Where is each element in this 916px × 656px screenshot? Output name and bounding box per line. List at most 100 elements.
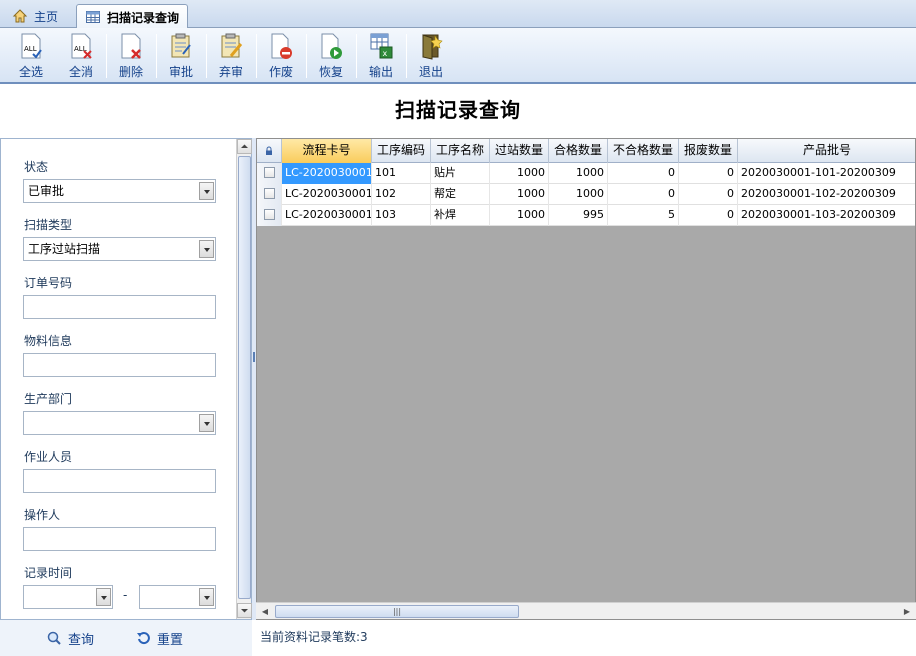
filter-actions: 查询 重置 (0, 620, 252, 656)
department-label: 生产部门 (24, 392, 73, 406)
cell-pass-qty[interactable]: 1000 (490, 184, 549, 205)
scan-type-label: 扫描类型 (24, 218, 73, 232)
cell-pass-qty[interactable]: 1000 (490, 205, 549, 226)
export-label: 输出 (368, 65, 393, 79)
deselect-all-button[interactable]: ALL 全消 (59, 32, 103, 82)
cell-scrap-qty[interactable]: 0 (679, 163, 738, 184)
void-button[interactable]: 作废 (259, 32, 303, 82)
cell-ok-qty[interactable]: 1000 (549, 184, 608, 205)
scan-type-select[interactable]: 工序过站扫描 (23, 237, 216, 261)
exit-label: 退出 (418, 65, 443, 79)
cell-card-no[interactable]: LC-2020030001 (282, 184, 372, 205)
department-select[interactable] (23, 411, 216, 435)
scroll-thumb[interactable]: ||| (275, 605, 519, 618)
approve-button[interactable]: 审批 (159, 32, 203, 82)
cell-process-name[interactable]: 补焊 (431, 205, 490, 226)
record-time-end-select[interactable] (139, 585, 216, 609)
tab-scan-record-query[interactable]: 扫描记录查询 (76, 4, 189, 29)
restore-label: 恢复 (318, 65, 343, 79)
column-header[interactable]: 流程卡号 (282, 139, 372, 163)
table-row[interactable]: LC-2020030001 103 补焊 1000 995 5 0 202003… (257, 205, 915, 226)
scan-type-select-value: 工序过站扫描 (28, 242, 101, 256)
lock-icon[interactable] (257, 139, 282, 163)
chevron-down-icon[interactable] (199, 240, 214, 258)
date-range-separator: - (123, 588, 128, 602)
record-time-start-select[interactable] (23, 585, 113, 609)
tab-home[interactable]: 主页 (4, 4, 66, 28)
query-button[interactable]: 查询 (46, 628, 94, 648)
cell-ng-qty[interactable]: 5 (608, 205, 679, 226)
cell-process-name[interactable]: 贴片 (431, 163, 490, 184)
tab-home-label: 主页 (34, 9, 59, 24)
delete-button[interactable]: 删除 (109, 32, 153, 82)
scroll-down-icon[interactable] (237, 603, 252, 618)
chevron-down-icon[interactable] (199, 588, 214, 606)
export-button[interactable]: x 输出 (359, 32, 403, 82)
cell-pass-qty[interactable]: 1000 (490, 163, 549, 184)
table-icon (85, 9, 101, 25)
toolbar-separator (356, 34, 357, 78)
toolbar: ALL 全选 ALL 全消 删除 审批 弃审 作废 恢复 x 输出 退出 (0, 28, 916, 84)
column-header[interactable]: 报废数量 (679, 139, 738, 163)
approve-label: 审批 (168, 65, 193, 79)
tab-bar: 主页 扫描记录查询 (0, 0, 916, 29)
column-header[interactable]: 过站数量 (490, 139, 549, 163)
order-no-input[interactable] (23, 295, 216, 319)
toolbar-separator (256, 34, 257, 78)
status-select-value: 已审批 (28, 184, 65, 198)
cell-batch-no[interactable]: 2020030001-103-20200309 (738, 205, 915, 226)
exit-button[interactable]: 退出 (409, 32, 453, 82)
chevron-down-icon[interactable] (96, 588, 111, 606)
restore-button[interactable]: 恢复 (309, 32, 353, 82)
status-select[interactable]: 已审批 (23, 179, 216, 203)
operator-input[interactable] (23, 527, 216, 551)
filter-panel-scrollbar[interactable] (236, 139, 252, 619)
toolbar-separator (106, 34, 107, 78)
scroll-up-icon[interactable] (237, 139, 252, 154)
scroll-thumb[interactable] (238, 156, 251, 599)
worker-label: 作业人员 (24, 450, 73, 464)
svg-text:x: x (383, 49, 388, 58)
column-header[interactable]: 产品批号 (738, 139, 915, 163)
scan-record-grid: 流程卡号 工序编码 工序名称 过站数量 合格数量 不合格数量 报废数量 产品批号… (256, 138, 916, 620)
cell-scrap-qty[interactable]: 0 (679, 205, 738, 226)
cell-scrap-qty[interactable]: 0 (679, 184, 738, 205)
row-checkbox[interactable] (257, 205, 282, 226)
cell-ok-qty[interactable]: 1000 (549, 163, 608, 184)
column-header[interactable]: 工序名称 (431, 139, 490, 163)
column-header[interactable]: 工序编码 (372, 139, 431, 163)
cell-ok-qty[interactable]: 995 (549, 205, 608, 226)
delete-icon (118, 32, 144, 60)
cell-process-code[interactable]: 102 (372, 184, 431, 205)
cell-batch-no[interactable]: 2020030001-101-20200309 (738, 163, 915, 184)
chevron-down-icon[interactable] (199, 182, 214, 200)
reset-button[interactable]: 重置 (135, 628, 183, 648)
cell-ng-qty[interactable]: 0 (608, 184, 679, 205)
select-all-button[interactable]: ALL 全选 (9, 32, 53, 82)
column-header[interactable]: 合格数量 (549, 139, 608, 163)
toolbar-separator (156, 34, 157, 78)
material-input[interactable] (23, 353, 216, 377)
cell-card-no[interactable]: LC-2020030001 (282, 205, 372, 226)
grid-horizontal-scrollbar[interactable]: ◀ ||| ▶ (256, 602, 916, 619)
record-time-label: 记录时间 (24, 566, 73, 580)
scroll-left-icon[interactable]: ◀ (257, 604, 273, 619)
cell-process-name[interactable]: 帮定 (431, 184, 490, 205)
cell-card-no[interactable]: LC-2020030001 (282, 163, 372, 184)
cell-process-code[interactable]: 103 (372, 205, 431, 226)
cell-ng-qty[interactable]: 0 (608, 163, 679, 184)
unapprove-button[interactable]: 弃审 (209, 32, 253, 82)
chevron-down-icon[interactable] (199, 414, 214, 432)
worker-input[interactable] (23, 469, 216, 493)
void-label: 作废 (268, 65, 293, 79)
column-header[interactable]: 不合格数量 (608, 139, 679, 163)
row-checkbox[interactable] (257, 163, 282, 184)
export-icon: x (368, 32, 394, 60)
cell-process-code[interactable]: 101 (372, 163, 431, 184)
toolbar-separator (406, 34, 407, 78)
row-checkbox[interactable] (257, 184, 282, 205)
table-row[interactable]: LC-2020030001 101 贴片 1000 1000 0 0 20200… (257, 163, 915, 184)
scroll-right-icon[interactable]: ▶ (899, 604, 915, 619)
table-row[interactable]: LC-2020030001 102 帮定 1000 1000 0 0 20200… (257, 184, 915, 205)
cell-batch-no[interactable]: 2020030001-102-20200309 (738, 184, 915, 205)
